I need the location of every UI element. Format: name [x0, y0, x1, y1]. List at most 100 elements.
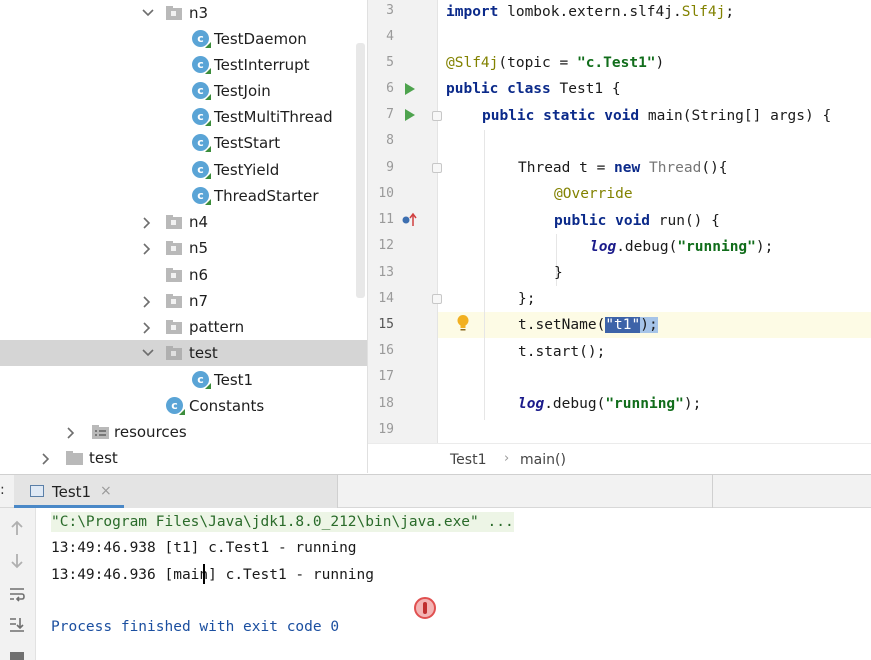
code-line[interactable]: public void run() {: [554, 208, 720, 234]
field-ref: log: [590, 239, 617, 255]
chevron-right-icon[interactable]: [41, 453, 51, 465]
tree-item-testinterrupt[interactable]: c TestInterrupt: [0, 52, 367, 78]
tree-item-constants[interactable]: c Constants: [0, 393, 367, 419]
line-number: 4: [386, 29, 394, 44]
code-line[interactable]: };: [518, 286, 535, 312]
class-icon: c: [192, 371, 209, 388]
line-number: 12: [378, 238, 394, 253]
code-line[interactable]: log.debug("running");: [518, 391, 701, 417]
package-icon: [165, 319, 183, 335]
class-icon: c: [192, 30, 209, 47]
code-line[interactable]: @Override: [554, 181, 633, 207]
class-icon: c: [192, 82, 209, 99]
fold-icon[interactable]: [432, 111, 442, 121]
tree-item-label: n6: [189, 266, 209, 284]
code-text: t.setName(: [518, 317, 606, 333]
tree-item-n7[interactable]: n7: [0, 288, 367, 314]
class-icon: c: [166, 397, 183, 414]
tree-item-label: n4: [189, 213, 209, 231]
breadcrumb: Test1 › main(): [368, 443, 871, 474]
code-line[interactable]: import lombok.extern.slf4j.Slf4j;: [446, 0, 734, 25]
code-line-current[interactable]: t.setName("t1");: [518, 312, 658, 338]
code-line[interactable]: log.debug("running");: [590, 234, 773, 260]
close-icon[interactable]: ×: [100, 483, 112, 499]
tree-item-threadstarter[interactable]: c ThreadStarter: [0, 183, 367, 209]
code-line[interactable]: }: [554, 260, 563, 286]
tree-item-n5[interactable]: n5: [0, 235, 367, 261]
scroll-up-icon[interactable]: [8, 519, 26, 537]
fold-icon[interactable]: [432, 163, 442, 173]
print-icon[interactable]: [8, 646, 26, 660]
scroll-down-icon[interactable]: [8, 552, 26, 570]
override-method-icon[interactable]: [401, 212, 417, 228]
breadcrumb-separator: ›: [504, 451, 510, 466]
class-icon: c: [192, 187, 209, 204]
chevron-right-icon[interactable]: [142, 243, 152, 255]
code-text: Thread t =: [518, 160, 615, 176]
tree-item-resources[interactable]: resources: [0, 419, 367, 445]
text-caret: [203, 564, 205, 584]
code-line[interactable]: @Slf4j(topic = "c.Test1"): [446, 50, 664, 76]
string-literal: "running": [605, 396, 684, 412]
tree-item-test-folder[interactable]: test: [0, 445, 367, 471]
soft-wrap-icon[interactable]: [8, 585, 26, 603]
tree-item-testyield[interactable]: c TestYield: [0, 157, 367, 183]
tree-item-label: Constants: [189, 397, 265, 415]
selected-text: );: [640, 317, 658, 333]
scroll-to-end-icon[interactable]: [8, 616, 26, 634]
chevron-right-icon[interactable]: [142, 217, 152, 229]
code-line[interactable]: public static void main(String[] args) {: [482, 103, 831, 129]
lightbulb-icon[interactable]: [456, 314, 470, 332]
breadcrumb-class[interactable]: Test1: [450, 452, 486, 468]
package-icon: [165, 293, 183, 309]
code-text: ): [655, 55, 665, 71]
line-number: 3: [386, 3, 394, 18]
tree-item-pattern[interactable]: pattern: [0, 314, 367, 340]
code-line[interactable]: Thread t = new Thread(){: [518, 155, 728, 181]
code-text: .debug(: [616, 239, 678, 255]
line-number: 14: [378, 291, 394, 306]
tree-scrollbar[interactable]: [356, 43, 365, 298]
run-panel-title: :: [0, 482, 5, 498]
chevron-right-icon[interactable]: [142, 322, 152, 334]
gutter-divider: [437, 0, 438, 443]
tree-item-label: TestDaemon: [214, 30, 307, 48]
chevron-right-icon[interactable]: [142, 296, 152, 308]
fold-icon[interactable]: [432, 294, 442, 304]
line-number: 19: [378, 422, 394, 437]
run-tab-test1[interactable]: Test1 ×: [14, 475, 338, 508]
tree-item-n6[interactable]: n6: [0, 262, 367, 288]
tree-item-teststart[interactable]: c TestStart: [0, 130, 367, 156]
tree-item-label: Test1: [214, 371, 254, 389]
tree-item-testdaemon[interactable]: c TestDaemon: [0, 26, 367, 52]
code-line[interactable]: public class Test1 {: [446, 76, 621, 102]
package-icon: [165, 5, 183, 21]
chevron-right-icon[interactable]: [66, 427, 76, 439]
breadcrumb-method[interactable]: main(): [520, 452, 566, 468]
run-tab-label: Test1: [52, 483, 92, 501]
run-toolbar: [0, 508, 36, 660]
tree-item-label: n5: [189, 239, 209, 257]
chevron-down-icon[interactable]: [142, 348, 154, 358]
console-line-command: "C:\Program Files\Java\jdk1.8.0_212\bin\…: [51, 512, 514, 532]
line-number: 17: [378, 369, 394, 384]
class-icon: c: [192, 134, 209, 151]
tree-item-n3[interactable]: n3: [0, 0, 367, 26]
console-line-exit: Process finished with exit code 0: [51, 619, 340, 635]
tree-item-test1[interactable]: c Test1: [0, 367, 367, 393]
selected-text: "t1": [605, 317, 641, 333]
chevron-down-icon[interactable]: [142, 8, 154, 18]
tree-item-label: pattern: [189, 318, 245, 336]
run-main-icon[interactable]: [405, 109, 415, 121]
tree-item-testmultithread[interactable]: c TestMultiThread: [0, 104, 367, 130]
run-class-icon[interactable]: [405, 83, 415, 95]
class-ref: Slf4j: [681, 4, 726, 20]
console-line: 13:49:46.938 [t1] c.Test1 - running: [51, 540, 357, 556]
line-number: 18: [378, 396, 394, 411]
tree-item-test-package[interactable]: test: [0, 340, 367, 366]
code-line[interactable]: t.start();: [518, 339, 605, 365]
tree-item-n4[interactable]: n4: [0, 209, 367, 235]
package-icon: [165, 267, 183, 283]
tree-item-testjoin[interactable]: c TestJoin: [0, 78, 367, 104]
code-text: lombok.extern.slf4j.: [498, 4, 682, 20]
